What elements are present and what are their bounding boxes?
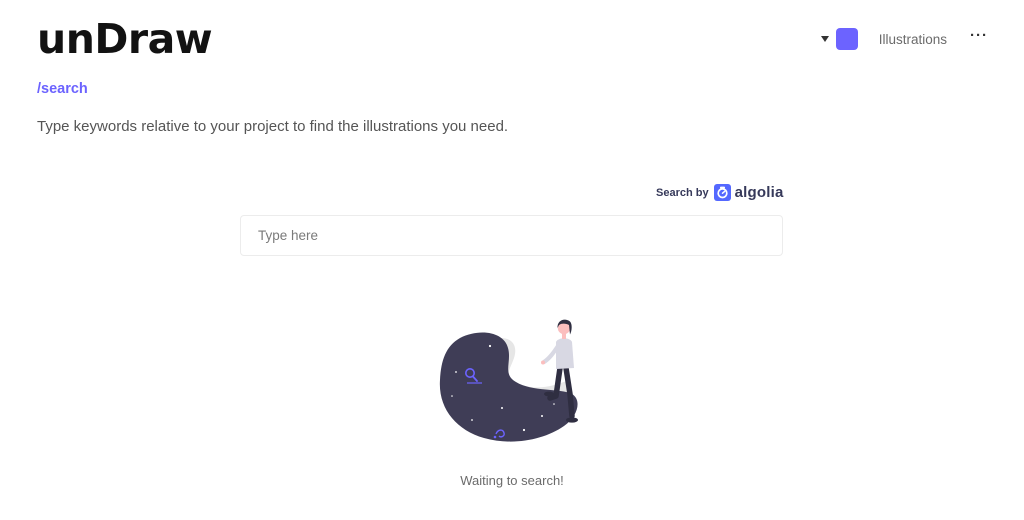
more-options-icon[interactable]: ··· xyxy=(970,28,988,47)
page-description: Type keywords relative to your project t… xyxy=(37,118,509,135)
search-page: unDraw Illustrations ··· /search Type ke… xyxy=(0,0,1024,520)
brand-logo[interactable]: unDraw xyxy=(37,14,213,64)
chevron-down-icon[interactable] xyxy=(820,36,829,42)
search-by-label: Search by xyxy=(656,186,709,199)
page-route: /search xyxy=(37,81,88,97)
empty-state-message: Waiting to search! xyxy=(460,473,564,488)
top-navigation: Illustrations ··· xyxy=(820,26,988,52)
color-picker-swatch[interactable] xyxy=(835,28,858,50)
waiting-illustration xyxy=(432,312,602,452)
algolia-wordmark: algolia xyxy=(734,184,784,201)
search-field xyxy=(240,215,783,256)
search-input[interactable] xyxy=(241,216,782,255)
search-provider-badge[interactable]: Search by algolia xyxy=(656,184,784,201)
nav-link-illustrations[interactable]: Illustrations xyxy=(879,32,947,47)
algolia-icon xyxy=(713,184,731,201)
